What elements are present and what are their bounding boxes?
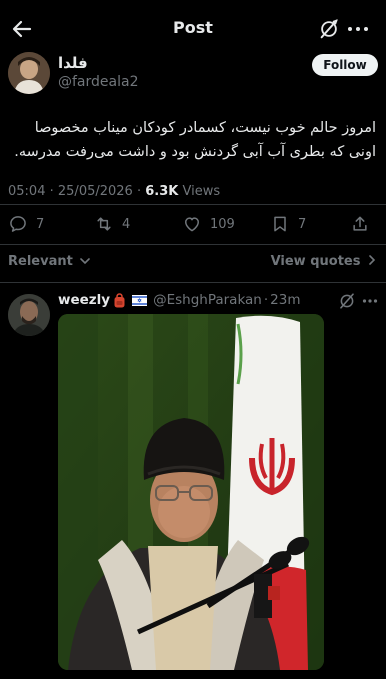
tweet-text: امروز حالم خوب نیست، کسمادر کودکان میناب… <box>10 116 376 164</box>
views-label: Views <box>182 184 221 199</box>
reply-time[interactable]: 23m <box>270 292 300 308</box>
bookmark-icon <box>274 216 286 232</box>
avatar[interactable] <box>8 294 50 336</box>
tweet-media-image[interactable] <box>58 314 324 670</box>
divider <box>0 244 386 245</box>
sort-dropdown[interactable]: Relevant <box>8 254 91 269</box>
meta-separator: · <box>136 184 142 199</box>
meta-separator: · <box>49 184 54 199</box>
repost-count: 4 <box>122 216 131 232</box>
share-icon <box>353 216 367 231</box>
top-bar: Post <box>0 0 386 56</box>
sort-label: Relevant <box>8 254 73 269</box>
reply-header: weezly @EshghParakan · 23m <box>58 292 301 308</box>
bookmark-button[interactable]: 7 <box>270 210 306 238</box>
tweet-date[interactable]: 25/05/2026 <box>58 184 133 199</box>
author-name[interactable]: فلدا <box>58 54 88 72</box>
more-horizontal-icon[interactable] <box>346 20 370 38</box>
share-button[interactable] <box>350 210 378 238</box>
chevron-right-icon <box>369 255 376 265</box>
reply-tweet[interactable]: weezly @EshghParakan · 23m <box>0 286 386 679</box>
avatar[interactable] <box>8 52 50 94</box>
repost-button[interactable]: 4 <box>94 210 130 238</box>
tweet-time[interactable]: 05:04 <box>8 184 45 199</box>
divider <box>0 282 386 283</box>
like-count: 109 <box>210 216 235 232</box>
tweet-meta: 05:04 · 25/05/2026 · 6.3K Views <box>8 184 220 199</box>
tweet-text-line: امروز حالم خوب نیست، کسمادر کودکان میناب… <box>34 120 376 136</box>
reply-count: 7 <box>36 216 45 232</box>
flag-icon <box>132 294 148 306</box>
views-count: 6.3K <box>145 184 179 199</box>
reply-author-handle[interactable]: @EshghParakan <box>153 292 262 308</box>
grok-icon[interactable] <box>338 292 356 310</box>
repost-icon <box>97 217 111 231</box>
follow-button[interactable]: Follow <box>312 54 378 76</box>
grok-icon[interactable] <box>318 18 340 40</box>
tweet-text-line: اونی که بطری آب آبی گردنش بود و داشت می‌… <box>14 144 376 160</box>
divider <box>0 204 386 205</box>
reply-button[interactable]: 7 <box>8 210 44 238</box>
action-bar: 7 4 109 7 <box>0 210 386 238</box>
more-horizontal-icon[interactable] <box>362 295 378 307</box>
like-button[interactable]: 109 <box>182 210 235 238</box>
reply-icon <box>10 216 26 232</box>
view-quotes-link[interactable]: View quotes <box>271 254 376 269</box>
reply-author-name[interactable]: weezly <box>58 292 110 308</box>
chevron-down-icon <box>80 258 91 265</box>
backpack-icon <box>114 292 125 307</box>
tweet-author: فلدا @fardeala2 Follow <box>8 52 378 98</box>
meta-separator: · <box>263 292 269 308</box>
view-quotes-label: View quotes <box>270 254 361 269</box>
author-handle[interactable]: @fardeala2 <box>58 74 138 90</box>
heart-icon <box>185 217 199 232</box>
bookmark-count: 7 <box>298 216 307 232</box>
